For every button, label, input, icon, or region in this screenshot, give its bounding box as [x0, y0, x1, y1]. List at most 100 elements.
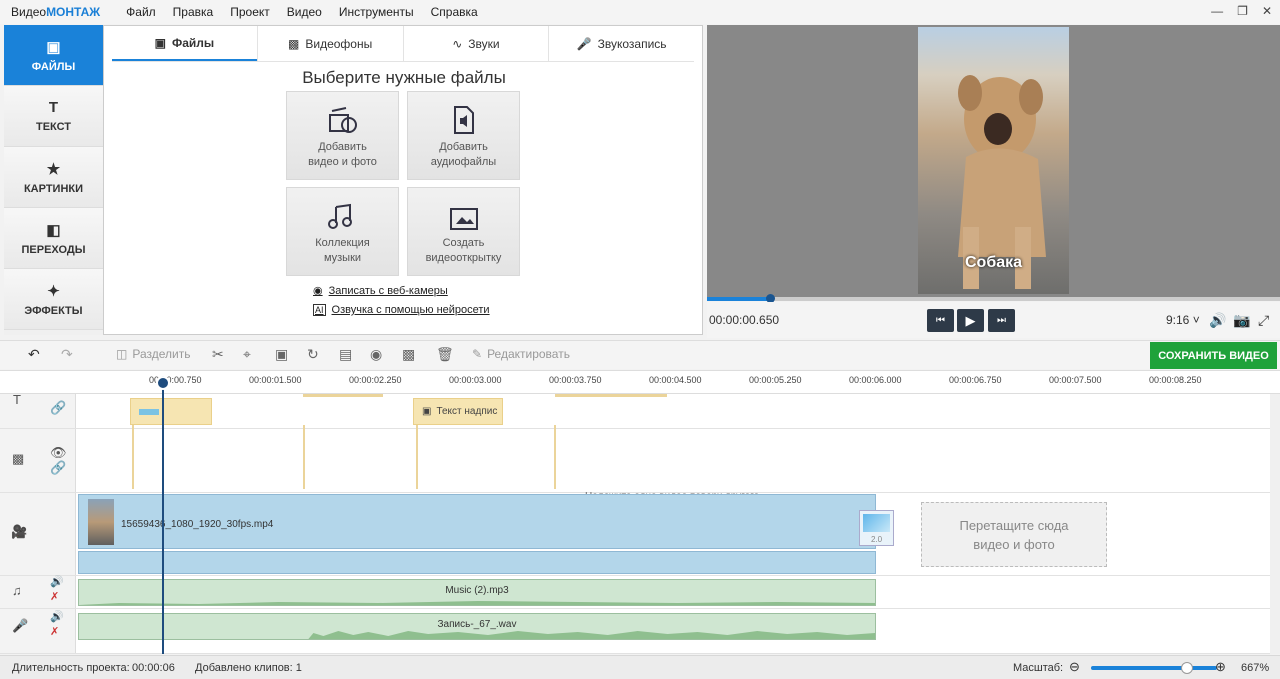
text-clip-icon: ▣ [422, 406, 432, 417]
mute-link-icon[interactable]: ✗ [50, 590, 59, 603]
transition-icon [863, 514, 890, 532]
duration-label: Длительность проекта: [12, 662, 130, 674]
tab-video-backgrounds[interactable]: ▩ Видеофоны [256, 26, 403, 61]
pencil-icon: ✎ [472, 347, 483, 361]
overlay-track: ▩ 👁 🔗 Наложите одно видео поверх другого [0, 425, 1270, 502]
ai-voiceover-link[interactable]: AI Озвучка с помощью нейросети [313, 304, 490, 316]
music-notes-icon [327, 203, 352, 229]
film-reel-icon [328, 107, 357, 133]
audio-file-icon [453, 106, 474, 134]
rotate-icon[interactable]: ↻ [307, 346, 319, 363]
preview-scrubber[interactable] [707, 294, 1280, 303]
sidetab-pictures[interactable]: ★ КАРТИНКИ [4, 147, 103, 208]
link-icon[interactable]: 🔗 [50, 400, 66, 416]
stabilize-icon[interactable]: ◉ [370, 346, 382, 363]
minimize-icon[interactable]: — [1211, 4, 1223, 18]
sidetab-effects[interactable]: ✦ ЭФФЕКТЫ [4, 269, 103, 330]
aspect-ratio-select[interactable]: 9:16 ˅ [1166, 313, 1200, 327]
add-media-icon[interactable]: ▩ [402, 346, 415, 363]
music-collection-button[interactable]: Коллекция музыки [286, 187, 399, 276]
add-audio-button[interactable]: Добавить аудиофайлы [407, 91, 520, 180]
frame-icon[interactable]: ▣ [275, 346, 288, 363]
ruler-label: 00:00:02.250 [349, 375, 402, 385]
menu-project[interactable]: Проект [230, 5, 270, 19]
transition-slot[interactable]: 2.0 [859, 510, 894, 546]
scissors-icon[interactable]: ✂ [212, 346, 224, 363]
play-button[interactable]: ▶ [957, 309, 984, 332]
image-icon: ▣ [154, 35, 166, 50]
webcam-record-link[interactable]: ◉ Записать с веб-камеры [313, 284, 448, 298]
volume-icon[interactable]: 🔊 [50, 610, 64, 623]
split-icon: ◫ [116, 347, 128, 361]
link-icon[interactable]: 🔗 [50, 460, 66, 476]
speed-icon[interactable]: ▤ [339, 346, 352, 363]
zoom-slider[interactable] [1091, 666, 1217, 670]
clip-thumbnail [88, 499, 114, 545]
sidetab-text[interactable]: T ТЕКСТ [4, 86, 103, 147]
microphone-icon: 🎤 [576, 36, 592, 51]
video-clip-name: 15659436_1080_1920_30fps.mp4 [121, 519, 274, 530]
sidetab-transitions[interactable]: ◧ ПЕРЕХОДЫ [4, 208, 103, 269]
timeline-ruler[interactable]: 00:00:00.750 00:00:01.500 00:00:02.250 0… [0, 370, 1280, 394]
magic-wand-icon: ✦ [47, 282, 60, 300]
redo-icon[interactable]: ↷ [61, 346, 73, 363]
text-clip[interactable]: ▣ Текст надпис [413, 398, 503, 425]
crop-icon[interactable]: ⌖ [243, 346, 251, 363]
add-video-photo-button[interactable]: Добавить видео и фото [286, 91, 399, 180]
menu-edit[interactable]: Правка [173, 5, 214, 19]
playhead-handle[interactable] [156, 376, 170, 390]
edit-button[interactable]: ✎ Редактировать [472, 347, 570, 361]
close-icon[interactable]: ✕ [1262, 4, 1272, 18]
video-clip[interactable]: 15659436_1080_1920_30fps.mp4 [78, 494, 876, 549]
volume-icon[interactable]: 🔊 [1209, 312, 1226, 329]
play-icon: ▶ [965, 312, 976, 328]
tab-files[interactable]: ▣ Файлы [112, 26, 257, 61]
drop-zone[interactable]: Перетащите сюда видео и фото [921, 502, 1107, 567]
transition-duration: 2.0 [870, 535, 883, 544]
delete-icon[interactable]: 🗑 [436, 346, 454, 363]
playhead[interactable] [162, 376, 164, 654]
voice-clip[interactable]: Запись-_67_.wav [78, 613, 876, 640]
zoom-in-icon[interactable]: ⊕ [1215, 659, 1226, 675]
star-icon: ★ [46, 160, 61, 178]
tab-sounds[interactable]: ∿ Звуки [402, 26, 549, 61]
text-track: T 🔗 ▣ Текст надпис [0, 392, 1270, 429]
timeline-scrollbar[interactable] [1270, 394, 1280, 654]
text-clip-edge [303, 394, 383, 397]
maximize-icon[interactable]: ❐ [1237, 4, 1248, 18]
mute-link-icon[interactable]: ✗ [50, 625, 59, 638]
zoom-slider-handle[interactable] [1181, 662, 1193, 674]
sidetab-files[interactable]: ▣ ФАЙЛЫ [4, 25, 103, 86]
camera-icon[interactable]: 📷 [1233, 312, 1250, 329]
file-panel: ▣ Файлы ▩ Видеофоны ∿ Звуки 🎤 Звукозапись Вы… [103, 25, 703, 335]
skip-forward-icon: ⏭ [997, 315, 1006, 326]
create-videocard-button[interactable]: Создать видеооткрытку [407, 187, 520, 276]
music-note-icon: ♫ [12, 583, 22, 598]
volume-icon[interactable]: 🔊 [50, 575, 64, 588]
menu-tools[interactable]: Инструменты [339, 5, 414, 19]
tab-recording[interactable]: 🎤 Звукозапись [548, 26, 694, 61]
menu-file[interactable]: Файл [126, 5, 156, 19]
video-clip-audio-strip[interactable] [78, 551, 876, 574]
music-clip[interactable]: Music (2).mp3 [78, 579, 876, 606]
video-camera-icon: 🎥 [11, 524, 28, 539]
ruler-label: 00:00:04.500 [649, 375, 702, 385]
menu-video[interactable]: Видео [287, 5, 322, 19]
text-track-icon: T [13, 392, 21, 407]
eye-icon[interactable]: 👁 [50, 445, 67, 461]
microphone-icon: 🎤 [12, 618, 29, 633]
film-icon: ▩ [288, 36, 300, 51]
split-button[interactable]: ◫ Разделить [116, 347, 190, 361]
zoom-out-icon[interactable]: ⊖ [1069, 659, 1080, 675]
menu-help[interactable]: Справка [431, 5, 478, 19]
fullscreen-icon[interactable]: ⤢ [1258, 312, 1269, 329]
save-video-button[interactable]: СОХРАНИТЬ ВИДЕО [1150, 342, 1277, 369]
prev-frame-button[interactable]: ⏮ [927, 309, 954, 332]
zoom-label: Масштаб: [1013, 662, 1064, 674]
side-tabs: ▣ ФАЙЛЫ T ТЕКСТ ★ КАРТИНКИ ◧ ПЕРЕХОДЫ ✦ … [4, 25, 103, 335]
text-icon: T [48, 99, 59, 116]
text-clip[interactable] [130, 398, 212, 425]
undo-icon[interactable]: ↶ [28, 346, 40, 363]
next-frame-button[interactable]: ⏭ [988, 309, 1015, 332]
player-controls: 00:00:00.650 ⏮ ▶ ⏭ 9:16 ˅ 🔊 📷 ⤢ [707, 302, 1280, 338]
